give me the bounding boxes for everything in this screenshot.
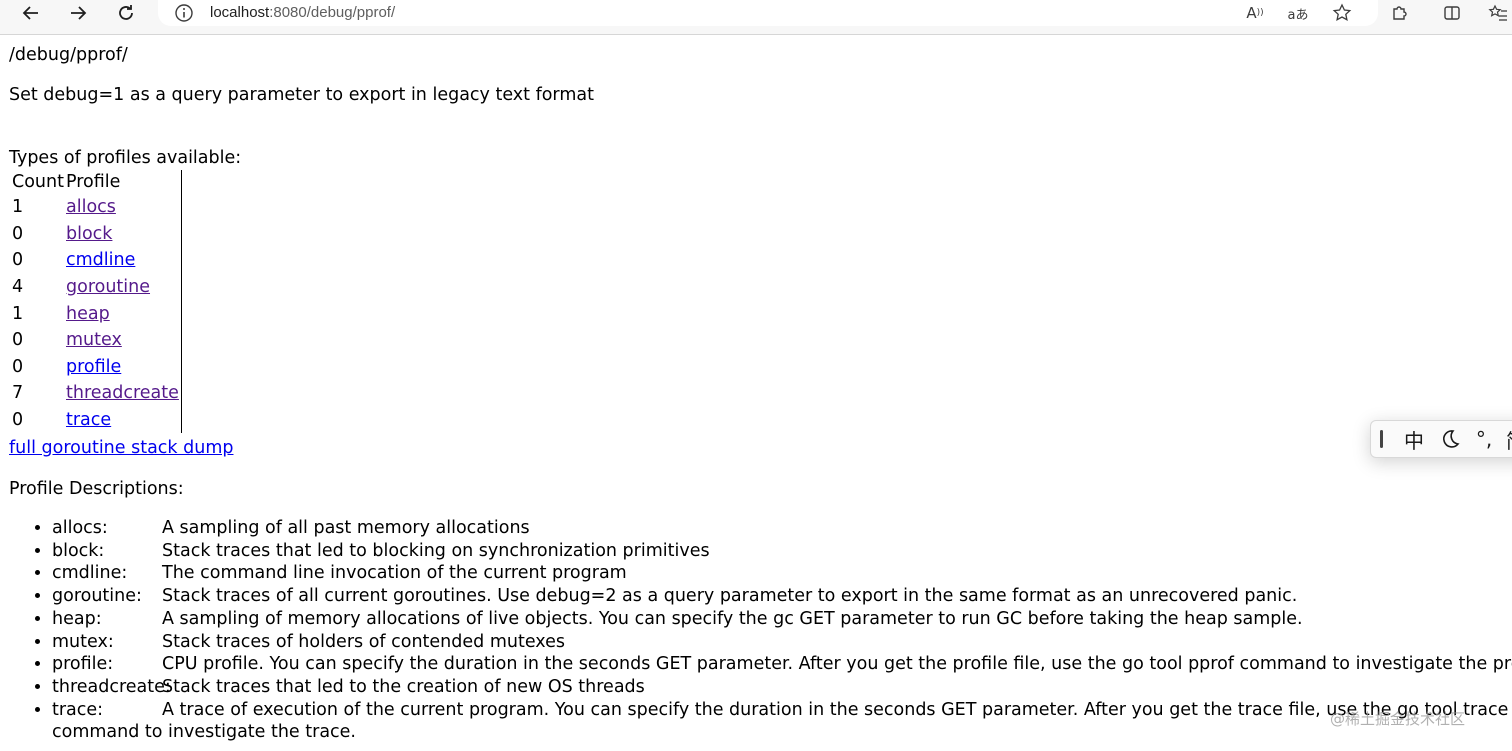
watermark: @稀土掘金技术社区 xyxy=(1330,710,1466,728)
refresh-icon[interactable] xyxy=(109,0,143,26)
table-row: 0 trace xyxy=(12,407,179,434)
description-text: Stack traces of holders of contended mut… xyxy=(162,631,565,652)
read-aloud-glyph: A xyxy=(1246,4,1257,22)
profile-count: 0 xyxy=(12,250,24,271)
address-url[interactable]: localhost:8080/debug/pprof/ xyxy=(210,4,395,21)
list-item: profile: CPU profile. You can specify the… xyxy=(52,653,1512,676)
descriptions-heading: Profile Descriptions: xyxy=(9,479,184,499)
description-name: trace: xyxy=(52,699,104,720)
table-row: 0 block xyxy=(12,221,179,248)
profile-count: 1 xyxy=(12,303,24,324)
table-row: 0 mutex xyxy=(12,327,179,354)
extensions-icon[interactable] xyxy=(1388,2,1412,24)
profile-link-mutex[interactable]: mutex xyxy=(66,330,122,350)
description-text: CPU profile. You can specify the duratio… xyxy=(162,654,1512,675)
description-name: goroutine: xyxy=(52,586,142,607)
translate-icon[interactable]: aあ xyxy=(1286,2,1310,24)
description-name: heap: xyxy=(52,608,102,629)
translate-glyph: aあ xyxy=(1287,7,1309,23)
list-item: allocs: A sampling of all past memory all… xyxy=(52,517,1512,540)
list-item: heap: A sampling of memory allocations of… xyxy=(52,608,1512,631)
column-header-profile: Profile xyxy=(66,172,121,192)
table-row: 0 cmdline xyxy=(12,247,179,274)
description-name: cmdline: xyxy=(52,563,128,584)
descriptions-list: allocs: A sampling of all past memory all… xyxy=(9,517,1512,744)
description-text: A sampling of memory allocations of live… xyxy=(162,608,1303,629)
profile-link-block[interactable]: block xyxy=(66,224,112,244)
favorites-list-icon[interactable] xyxy=(1486,2,1510,24)
description-name: allocs: xyxy=(52,518,108,538)
description-name: threadcreate: xyxy=(52,676,171,697)
profile-types-heading: Types of profiles available: xyxy=(9,148,242,168)
profile-cell: threadcreate xyxy=(66,380,179,407)
favorite-star-icon[interactable] xyxy=(1330,2,1354,24)
moon-icon[interactable] xyxy=(1435,425,1465,453)
profile-link-goroutine[interactable]: goroutine xyxy=(66,277,150,297)
description-text: Stack traces that led to the creation of… xyxy=(162,676,645,697)
ime-chinese-mode[interactable]: 中 xyxy=(1397,425,1431,453)
description-text: The command line invocation of the curre… xyxy=(162,563,627,584)
description-text: A sampling of all past memory allocation… xyxy=(162,518,530,538)
table-header-row: Count Profile xyxy=(12,170,179,194)
back-arrow-icon[interactable] xyxy=(14,0,48,26)
description-text: A trace of execution of the current prog… xyxy=(52,699,1509,743)
ime-simplified[interactable]: 简 xyxy=(1503,425,1512,453)
profile-table: Count Profile 1 allocs 0 block 0 cmdline… xyxy=(10,170,182,434)
table-row: 1 allocs xyxy=(12,194,179,221)
list-item: goroutine: Stack traces of all current go… xyxy=(52,585,1512,608)
profile-link-profile[interactable]: profile xyxy=(66,357,121,377)
intro-text: Set debug=1 as a query parameter to expo… xyxy=(9,85,594,105)
profile-count: 4 xyxy=(12,277,24,298)
list-item: block: Stack traces that led to blocking … xyxy=(52,540,1512,563)
list-item: threadcreate:Stack traces that led to th… xyxy=(52,676,1512,699)
profile-count: 1 xyxy=(12,197,24,218)
full-goroutine-dump-link[interactable]: full goroutine stack dump xyxy=(9,438,233,458)
profile-count: 0 xyxy=(12,356,24,377)
profile-count: 7 xyxy=(12,383,24,404)
profile-cell: allocs xyxy=(66,194,179,221)
description-name: profile: xyxy=(52,654,114,675)
table-row: 7 threadcreate xyxy=(12,380,179,407)
ime-toolbar[interactable]: 中 °, 简 xyxy=(1370,420,1512,458)
table-row: 4 goroutine xyxy=(12,274,179,301)
profile-cell: mutex xyxy=(66,327,179,354)
profile-cell: cmdline xyxy=(66,247,179,274)
list-item: cmdline: The command line invocation of t… xyxy=(52,562,1512,585)
dump-link-wrapper: full goroutine stack dump xyxy=(9,437,233,459)
url-path: :8080/debug/pprof/ xyxy=(269,4,396,21)
info-icon[interactable] xyxy=(174,3,194,23)
profile-cell: heap xyxy=(66,300,179,327)
table-row: 1 heap xyxy=(12,300,179,327)
profile-link-cmdline[interactable]: cmdline xyxy=(66,250,135,270)
forward-arrow-icon[interactable] xyxy=(61,0,95,26)
profile-link-allocs[interactable]: allocs xyxy=(66,197,116,217)
profile-link-threadcreate[interactable]: threadcreate xyxy=(66,383,179,403)
profile-cell: goroutine xyxy=(66,274,179,301)
browser-toolbar: localhost:8080/debug/pprof/ A)) aあ xyxy=(0,0,1512,35)
list-item: trace:A trace of execution of the curren… xyxy=(52,699,1512,744)
profile-cell: profile xyxy=(66,354,179,381)
split-screen-icon[interactable] xyxy=(1440,2,1464,24)
page-title: /debug/pprof/ xyxy=(9,45,128,65)
profile-count: 0 xyxy=(12,223,24,244)
description-text: Stack traces that led to blocking on syn… xyxy=(162,540,710,561)
address-bar[interactable]: localhost:8080/debug/pprof/ xyxy=(158,0,1378,26)
table-row: 0 profile xyxy=(12,354,179,381)
ime-handle-icon[interactable] xyxy=(1377,425,1387,453)
profile-count: 0 xyxy=(12,330,24,351)
ime-punctuation[interactable]: °, xyxy=(1471,425,1497,453)
profile-link-trace[interactable]: trace xyxy=(66,410,111,430)
description-name: mutex: xyxy=(52,631,114,652)
read-aloud-icon[interactable]: A)) xyxy=(1243,2,1267,24)
column-header-count: Count xyxy=(12,172,64,192)
url-host: localhost xyxy=(210,4,270,21)
list-item: mutex: Stack traces of holders of contend… xyxy=(52,631,1512,654)
profile-cell: trace xyxy=(66,407,179,434)
profile-cell: block xyxy=(66,221,179,248)
profile-count: 0 xyxy=(12,410,24,431)
description-name: block: xyxy=(52,540,105,561)
description-text: Stack traces of all current goroutines. … xyxy=(162,586,1298,607)
profile-link-heap[interactable]: heap xyxy=(66,304,110,324)
